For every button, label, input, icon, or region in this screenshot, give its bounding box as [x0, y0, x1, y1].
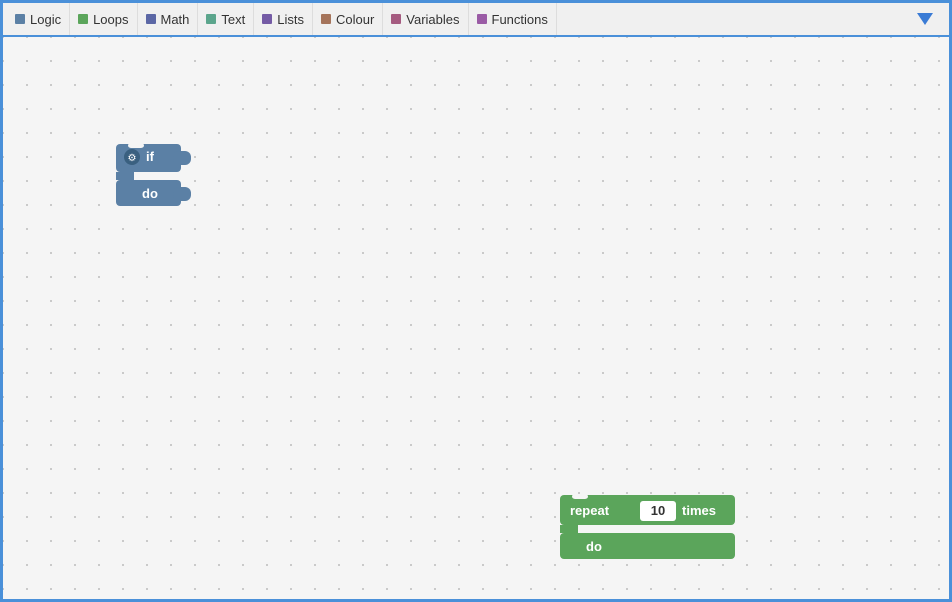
svg-text:⚙: ⚙	[128, 153, 137, 164]
svg-text:10: 10	[651, 503, 665, 518]
toolbar-label-loops: Loops	[93, 12, 128, 27]
svg-text:repeat: repeat	[570, 503, 610, 518]
text-color-dot	[206, 14, 216, 24]
toolbar-item-functions[interactable]: Functions	[469, 3, 557, 35]
toolbar-label-lists: Lists	[277, 12, 304, 27]
loops-color-dot	[78, 14, 88, 24]
toolbar-item-variables[interactable]: Variables	[383, 3, 468, 35]
variables-color-dot	[391, 14, 401, 24]
svg-text:if: if	[146, 149, 155, 164]
math-color-dot	[146, 14, 156, 24]
toolbar-label-logic: Logic	[30, 12, 61, 27]
toolbar-scroll-arrow[interactable]	[917, 13, 933, 25]
if-block-svg: ⚙ if do	[116, 144, 191, 209]
toolbar-label-math: Math	[161, 12, 190, 27]
repeat-block-svg: repeat 10 times do	[560, 495, 745, 560]
app-container: Logic Loops Math Text Lists Colour Varia…	[0, 0, 952, 602]
toolbar-label-text: Text	[221, 12, 245, 27]
toolbar: Logic Loops Math Text Lists Colour Varia…	[3, 3, 949, 37]
toolbar-item-colour[interactable]: Colour	[313, 3, 383, 35]
svg-text:do: do	[586, 539, 602, 554]
toolbar-item-loops[interactable]: Loops	[70, 3, 137, 35]
toolbar-item-logic[interactable]: Logic	[7, 3, 70, 35]
svg-text:times: times	[682, 503, 716, 518]
toolbar-item-lists[interactable]: Lists	[254, 3, 313, 35]
toolbar-label-colour: Colour	[336, 12, 374, 27]
lists-color-dot	[262, 14, 272, 24]
toolbar-item-text[interactable]: Text	[198, 3, 254, 35]
canvas-area[interactable]: ⚙ if do repeat	[3, 37, 949, 599]
logic-color-dot	[15, 14, 25, 24]
svg-text:do: do	[142, 186, 158, 201]
toolbar-label-functions: Functions	[492, 12, 548, 27]
toolbar-item-math[interactable]: Math	[138, 3, 199, 35]
colour-color-dot	[321, 14, 331, 24]
toolbar-label-variables: Variables	[406, 12, 459, 27]
if-block[interactable]: ⚙ if do	[116, 144, 191, 212]
repeat-block[interactable]: repeat 10 times do	[560, 495, 745, 563]
functions-color-dot	[477, 14, 487, 24]
